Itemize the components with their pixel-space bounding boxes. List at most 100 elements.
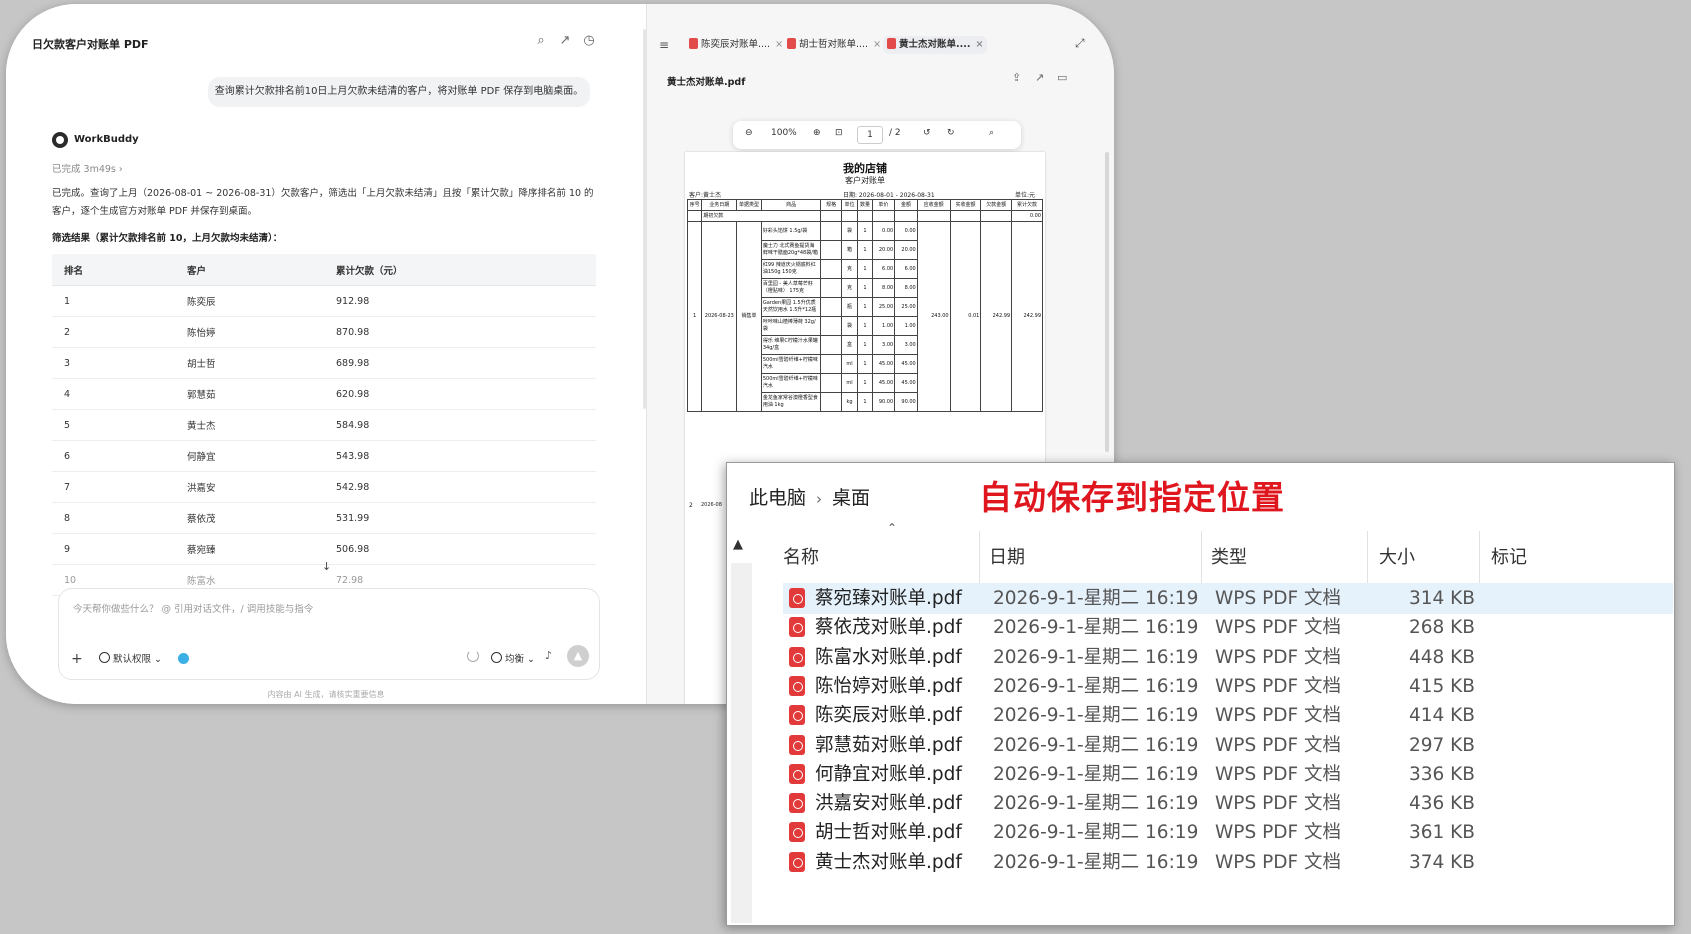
spec-cell: [820, 373, 842, 393]
date-range: 日期: 2026-08-01 - 2026-08-31: [843, 192, 935, 199]
file-type: WPS PDF 文档: [1215, 822, 1341, 844]
folder-icon[interactable]: ▭: [1057, 71, 1067, 84]
file-size: 314 KB: [1408, 588, 1475, 609]
left-scrollbar[interactable]: [731, 563, 752, 923]
customer-cell: 何静宜: [175, 440, 324, 472]
customer-cell: 陈奕辰: [175, 285, 324, 317]
unit-cell: kg: [840, 392, 859, 412]
pdf-icon: [787, 38, 796, 49]
permission-button[interactable]: 默认权限 ⌄: [99, 651, 162, 665]
second-row-seq: 2: [689, 502, 693, 509]
task-status[interactable]: 已完成 3m49s ›: [52, 161, 123, 175]
rotate-right-icon[interactable]: ↻: [947, 128, 955, 138]
close-icon[interactable]: ×: [975, 39, 983, 50]
spec-cell: [820, 240, 842, 260]
file-row[interactable]: 黄士杰对账单.pdf 2026-9-1-星期二 16:19 WPS PDF 文档 37…: [783, 847, 1673, 878]
upload-icon[interactable]: ⇪: [1012, 71, 1021, 84]
column-divider[interactable]: [1201, 531, 1202, 587]
mic-icon[interactable]: ♪: [545, 649, 552, 662]
file-date: 2026-9-1-星期二 16:19: [993, 822, 1199, 844]
expand-icon[interactable]: ⤢: [1075, 36, 1085, 51]
column-tag[interactable]: 标记: [1491, 539, 1527, 577]
tab-bar: ≡ 陈奕辰对账单.... × 胡士哲对账单.... × 黄士杰对账单.... × ⤢: [647, 4, 1114, 54]
debt-cell: 620.98: [324, 378, 596, 410]
zoom-out-icon[interactable]: ⊖: [745, 128, 753, 138]
file-row[interactable]: 陈富水对账单.pdf 2026-9-1-星期二 16:19 WPS PDF 文档 44…: [783, 642, 1673, 673]
column-type[interactable]: 类型: [1211, 539, 1247, 577]
zoom-in-icon[interactable]: ⊕: [813, 128, 821, 138]
zoom-level[interactable]: 100%: [771, 128, 797, 138]
file-row[interactable]: 蔡依茂对账单.pdf 2026-9-1-星期二 16:19 WPS PDF 文档 26…: [783, 612, 1673, 643]
rank-cell: 4: [52, 378, 175, 410]
pdf-scrollbar[interactable]: [1105, 152, 1109, 452]
item-name-cell: 红99 辣道庆火锅底料红油150g 150克: [760, 259, 822, 279]
tab-pdf-2[interactable]: 胡士哲对账单.... ×: [787, 36, 881, 54]
table-row: 2 陈怡婷 870.98: [52, 316, 596, 348]
file-row[interactable]: 蔡宛臻对账单.pdf 2026-9-1-星期二 16:19 WPS PDF 文档 31…: [783, 583, 1673, 614]
menu-icon[interactable]: ≡: [659, 38, 669, 52]
agent-logo-icon: [52, 132, 68, 148]
column-divider[interactable]: [979, 531, 980, 587]
qty-cell: 1: [857, 392, 873, 412]
file-type: WPS PDF 文档: [1215, 646, 1341, 668]
tab-pdf-1[interactable]: 陈奕辰对账单.... ×: [689, 36, 783, 54]
chat-input[interactable]: 今天帮你做些什么？ @ 引用对话文件，/ 调用技能与指令 + 默认权限 ⌄ 均衡…: [58, 588, 600, 680]
scroll-up-icon[interactable]: ▲: [733, 537, 743, 552]
file-row[interactable]: 郭慧茹对账单.pdf 2026-9-1-星期二 16:19 WPS PDF 文档 29…: [783, 730, 1673, 761]
opening-row: 期初欠款 0.00: [686, 210, 1043, 222]
chevron-down-icon: ⌄: [154, 654, 163, 665]
close-icon[interactable]: ×: [775, 39, 783, 50]
file-row[interactable]: 胡士哲对账单.pdf 2026-9-1-星期二 16:19 WPS PDF 文档 36…: [783, 817, 1673, 848]
file-row[interactable]: 陈怡婷对账单.pdf 2026-9-1-星期二 16:19 WPS PDF 文档 41…: [783, 671, 1673, 702]
qty-cell: 1: [857, 354, 873, 374]
ai-disclaimer: 内容由 AI 生成，请核实重要信息: [267, 690, 385, 699]
breadcrumb-this-pc[interactable]: 此电脑: [749, 487, 806, 509]
file-type: WPS PDF 文档: [1215, 763, 1341, 785]
debt-cell: 531.99: [324, 502, 596, 534]
rank-cell: 5: [52, 409, 175, 441]
share-icon[interactable]: ↗: [1035, 71, 1044, 84]
column-divider[interactable]: [1367, 531, 1368, 587]
debt-cell: 912.98: [324, 285, 596, 317]
table-row: 6 何静宜 543.98: [52, 440, 596, 472]
pdf-file-icon: [789, 851, 805, 872]
column-divider[interactable]: [1479, 531, 1480, 587]
rotate-left-icon[interactable]: ↺: [923, 128, 931, 138]
file-date: 2026-9-1-星期二 16:19: [993, 617, 1199, 639]
plus-icon[interactable]: +: [71, 651, 83, 667]
breadcrumb: 此电脑 › 桌面: [749, 483, 870, 510]
model-icon[interactable]: [178, 653, 189, 664]
qty-cell: 1: [857, 335, 873, 355]
tab-pdf-3[interactable]: 黄士杰对账单.... ×: [883, 36, 988, 54]
balance-icon: [491, 652, 502, 663]
close-icon[interactable]: ×: [873, 39, 881, 50]
file-row[interactable]: 陈奕辰对账单.pdf 2026-9-1-星期二 16:19 WPS PDF 文档 41…: [783, 700, 1673, 731]
search-icon[interactable]: ⌕: [989, 128, 994, 138]
item-name-cell: 金龙鱼家常谷澳橙香型食用油 1kg: [760, 392, 822, 412]
fit-page-icon[interactable]: ⊡: [835, 128, 843, 138]
amount-cell: 0.00: [894, 221, 918, 241]
history-icon[interactable]: ◷: [580, 32, 598, 50]
page-number-input[interactable]: 1: [857, 126, 883, 144]
send-button[interactable]: ▲: [567, 645, 589, 667]
file-row[interactable]: 洪嘉安对账单.pdf 2026-9-1-星期二 16:19 WPS PDF 文档 43…: [783, 788, 1673, 819]
spec-cell: [820, 259, 842, 279]
breadcrumb-desktop[interactable]: 桌面: [832, 487, 870, 509]
search-icon[interactable]: ⌕: [532, 32, 550, 50]
scroll-down-icon[interactable]: ↓: [322, 560, 331, 573]
amount-cell: 45.00: [894, 354, 918, 374]
column-size[interactable]: 大小: [1379, 539, 1415, 577]
filter-result-title: 筛选结果（累计欠款排名前 10，上月欠款均未结清）：: [52, 233, 283, 244]
file-row[interactable]: 何静宜对账单.pdf 2026-9-1-星期二 16:19 WPS PDF 文档 33…: [783, 759, 1673, 790]
share-icon[interactable]: ↗: [556, 32, 574, 50]
page-total: / 2: [889, 128, 901, 138]
pdf-file-icon: [789, 646, 805, 667]
column-date[interactable]: 日期: [989, 539, 1025, 577]
mode-button[interactable]: 均衡 ⌄: [491, 651, 535, 665]
column-name[interactable]: 名称: [783, 539, 819, 577]
customer-label: 客户:黄士杰: [689, 192, 722, 199]
item-name-cell: Garden果园 1.5升优质天然饮用水 1.5升*12瓶: [760, 297, 822, 317]
conversation-title: 日欠款客户对账单 PDF: [32, 38, 149, 51]
pdf-icon: [887, 38, 896, 49]
chevron-right-icon: ›: [816, 490, 823, 508]
